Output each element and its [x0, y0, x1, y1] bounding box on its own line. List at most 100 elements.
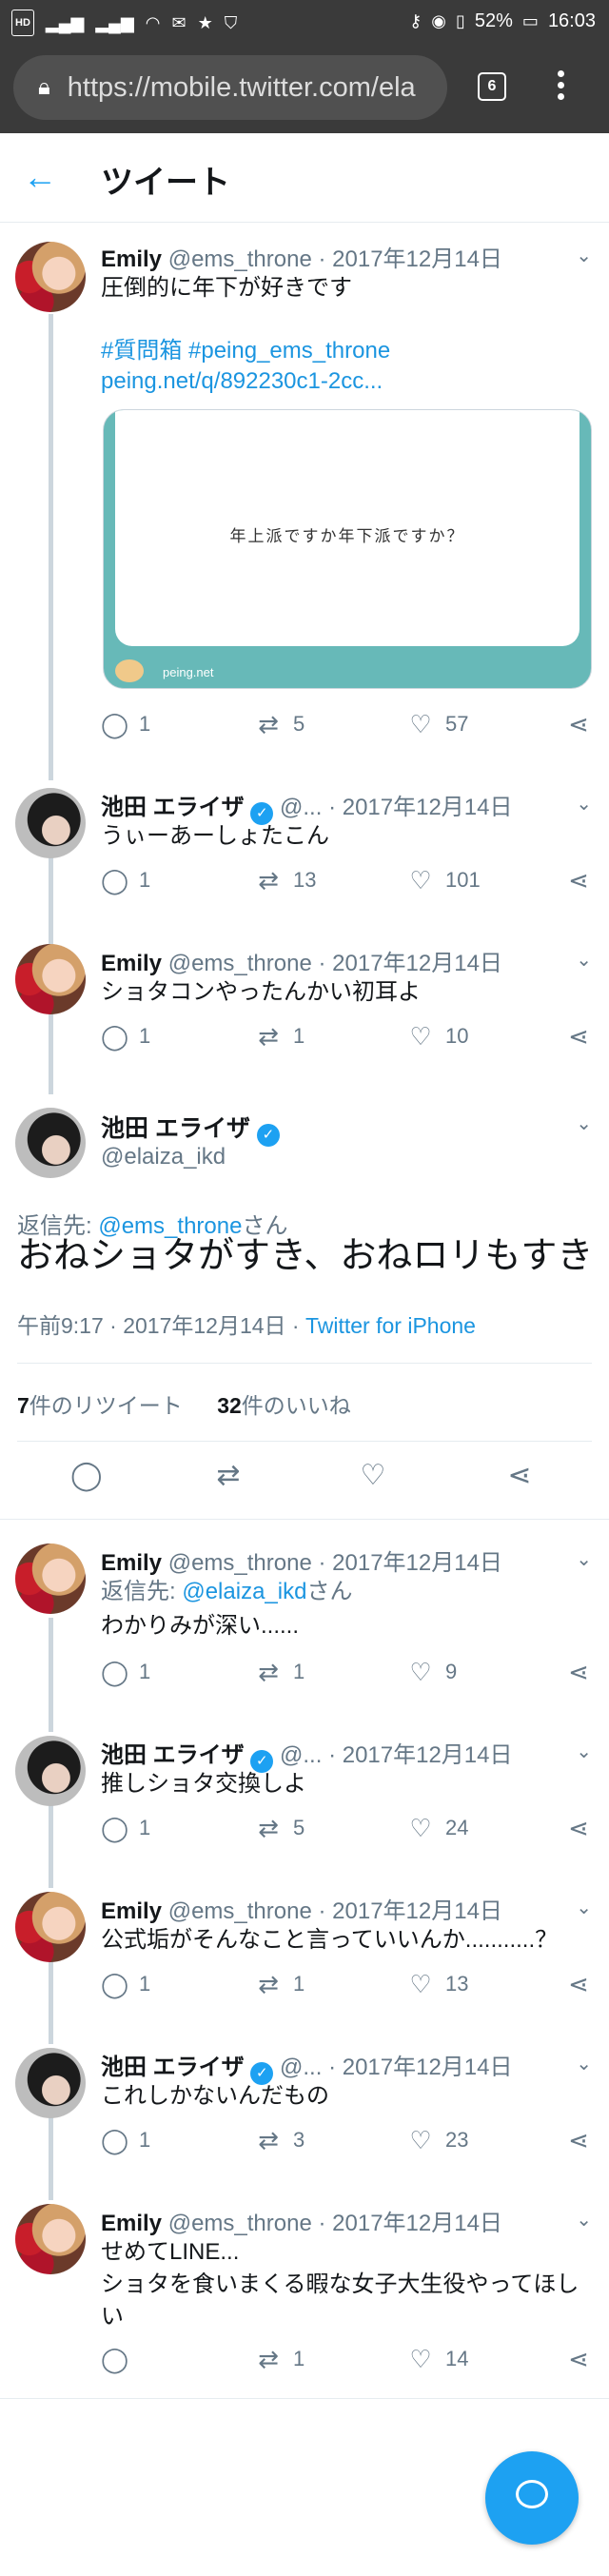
- like-button[interactable]: ♡ 10: [407, 1022, 468, 1051]
- reply-button[interactable]: ◯ 1: [101, 866, 150, 895]
- retweet-button[interactable]: ⇄ 1: [255, 1658, 304, 1686]
- share-button[interactable]: ⋖: [565, 1970, 592, 1998]
- chevron-down-icon[interactable]: ⌄: [576, 244, 592, 267]
- chevron-down-icon[interactable]: ⌄: [576, 1740, 592, 1763]
- share-button[interactable]: ⋖: [506, 1462, 533, 1490]
- tweet[interactable]: Emily @ems_throne · 2017年12月14日 ⌄ 圧倒的に年下…: [0, 223, 609, 756]
- share-button[interactable]: ⋖: [565, 710, 592, 738]
- share-icon: ⋖: [568, 1814, 589, 1842]
- avatar[interactable]: [15, 1544, 86, 1614]
- tweet[interactable]: Emily @ems_throne · 2017年12月14日 ⌄ ショタコンや…: [0, 927, 609, 1079]
- card-image: 年上派ですか年下派ですか？: [115, 410, 580, 646]
- like-button[interactable]: ♡ 23: [407, 2126, 468, 2154]
- reply-button[interactable]: ◯ 1: [101, 2126, 150, 2154]
- share-button[interactable]: ⋖: [565, 1658, 592, 1686]
- compose-button[interactable]: [485, 2451, 579, 2545]
- tweet[interactable]: Emily @ems_throne · 2017年12月14日 ⌄ せめてLIN…: [0, 2187, 609, 2396]
- chevron-down-icon[interactable]: ⌄: [576, 1896, 592, 1919]
- heart-icon: ♡: [409, 866, 432, 895]
- retweet-button[interactable]: ⇄ 13: [255, 866, 316, 895]
- reply-button[interactable]: ◯ 1: [101, 1970, 150, 1998]
- avatar[interactable]: [15, 1736, 86, 1806]
- avatar[interactable]: [15, 1108, 86, 1178]
- reply-button[interactable]: ◯ 1: [101, 1022, 150, 1051]
- reply-button[interactable]: ◯: [70, 1460, 103, 1491]
- share-button[interactable]: ⋖: [565, 2345, 592, 2373]
- share-icon: ⋖: [568, 710, 589, 738]
- battery-percent: 52%: [474, 10, 513, 31]
- reply-prefix: 返信先:: [101, 1579, 183, 1604]
- retweet-button[interactable]: ⇄ 5: [255, 1814, 304, 1842]
- tweet-text: これしかないんだもの: [101, 2083, 329, 2109]
- like-button[interactable]: ♡ 14: [407, 2345, 468, 2373]
- share-button[interactable]: ⋖: [565, 1814, 592, 1842]
- retweet-button[interactable]: ⇄ 3: [255, 2126, 304, 2154]
- hashtags[interactable]: #質問箱 #peing_ems_throne: [101, 335, 577, 367]
- focused-actions: ◯ ⇄ ♡ ⋖: [0, 1462, 609, 1496]
- back-arrow-icon[interactable]: ←: [23, 158, 57, 196]
- reply-button[interactable]: ◯: [101, 2345, 139, 2373]
- share-button[interactable]: ⋖: [565, 2126, 592, 2154]
- retweet-button[interactable]: ⇄ 1: [255, 1970, 304, 1998]
- share-icon: ⋖: [507, 1460, 532, 1491]
- verified-badge-icon: ✓: [256, 1124, 280, 1147]
- retweet-button[interactable]: ⇄ 1: [255, 2345, 304, 2373]
- likes-stat[interactable]: 32件のいいね: [217, 1393, 351, 1418]
- share-icon: ⋖: [568, 1970, 589, 1998]
- like-button[interactable]: ♡ 24: [407, 1814, 468, 1842]
- clock: 16:03: [547, 10, 596, 31]
- share-button[interactable]: ⋖: [565, 1022, 592, 1051]
- like-button[interactable]: ♡: [360, 1462, 386, 1490]
- address-bar[interactable]: 🔒︎ https://mobile.twitter.com/ela: [13, 55, 447, 120]
- chevron-down-icon[interactable]: ⌄: [576, 1547, 592, 1571]
- chevron-down-icon[interactable]: ⌄: [576, 948, 592, 972]
- tweet[interactable]: Emily @ems_throne · 2017年12月14日 ⌄ 公式垢がそん…: [0, 1875, 609, 2027]
- tweet[interactable]: 池田 エライザ ✓ @... · 2017年12月14日 ⌄ 推しショタ交換しよ…: [0, 1719, 609, 1871]
- tweet[interactable]: 池田 エライザ ✓ @... · 2017年12月14日 ⌄ うぃーあーしょたこ…: [0, 771, 609, 923]
- share-icon: ⋖: [568, 2126, 589, 2154]
- avatar[interactable]: [15, 1892, 86, 1962]
- link-card[interactable]: 年上派ですか年下派ですか？ peing.net: [103, 409, 592, 689]
- chevron-down-icon[interactable]: ⌄: [576, 2208, 592, 2232]
- reply-icon: ◯: [101, 1970, 129, 1998]
- avatar[interactable]: [15, 788, 86, 858]
- retweet-button[interactable]: ⇄ 5: [255, 710, 304, 738]
- tweet-link[interactable]: peing.net/q/892230c1-2cc...: [101, 365, 577, 398]
- retweet-button[interactable]: ⇄: [215, 1462, 242, 1490]
- like-count: 14: [445, 2347, 469, 2370]
- like-button[interactable]: ♡ 13: [407, 1970, 468, 1998]
- reply-to-link[interactable]: @elaiza_ikd: [182, 1579, 306, 1604]
- browser-menu-icon[interactable]: [558, 70, 565, 105]
- reply-icon: ◯: [70, 1460, 103, 1491]
- author-handle: @ems_throne: [167, 246, 312, 272]
- tweet[interactable]: 池田 エライザ ✓ @... · 2017年12月14日 ⌄ これしかないんだも…: [0, 2031, 609, 2183]
- chevron-down-icon[interactable]: ⌄: [576, 792, 592, 816]
- avatar[interactable]: [15, 2048, 86, 2118]
- like-button[interactable]: ♡ 9: [407, 1658, 457, 1686]
- author-name: 池田 エライザ: [101, 1742, 245, 1768]
- tweet[interactable]: Emily @ems_throne · 2017年12月14日 ⌄ 返信先: @…: [0, 1523, 609, 1713]
- reply-button[interactable]: ◯ 1: [101, 1814, 150, 1842]
- reply-button[interactable]: ◯ 1: [101, 1658, 150, 1686]
- like-count: 13: [445, 1972, 469, 1996]
- retweets-stat[interactable]: 7件のリツイート: [17, 1393, 183, 1418]
- author-name: 池田 エライザ: [101, 1115, 250, 1142]
- tweet-text: ショタコンやったんかい初耳よ: [101, 979, 421, 1005]
- tweet-header: Emily @ems_throne · 2017年12月14日: [101, 1892, 502, 1925]
- eye-icon: ◉: [431, 11, 446, 30]
- tab-switcher-button[interactable]: 6: [478, 72, 506, 101]
- chevron-down-icon[interactable]: ⌄: [576, 1111, 592, 1135]
- like-button[interactable]: ♡ 57: [407, 710, 468, 738]
- engagement-stats: 7件のリツイート 32件のいいね: [17, 1387, 351, 1420]
- like-button[interactable]: ♡ 101: [407, 866, 480, 895]
- tweet-date: · 2017年12月14日: [318, 1550, 502, 1576]
- share-button[interactable]: ⋖: [565, 866, 592, 895]
- avatar[interactable]: [15, 2204, 86, 2274]
- tweet-date: · 2017年12月14日: [318, 951, 502, 976]
- source-link[interactable]: Twitter for iPhone: [305, 1313, 476, 1338]
- avatar[interactable]: [15, 242, 86, 312]
- retweet-button[interactable]: ⇄ 1: [255, 1022, 304, 1051]
- avatar[interactable]: [15, 944, 86, 1014]
- reply-button[interactable]: ◯ 1: [101, 710, 150, 738]
- chevron-down-icon[interactable]: ⌄: [576, 2052, 592, 2075]
